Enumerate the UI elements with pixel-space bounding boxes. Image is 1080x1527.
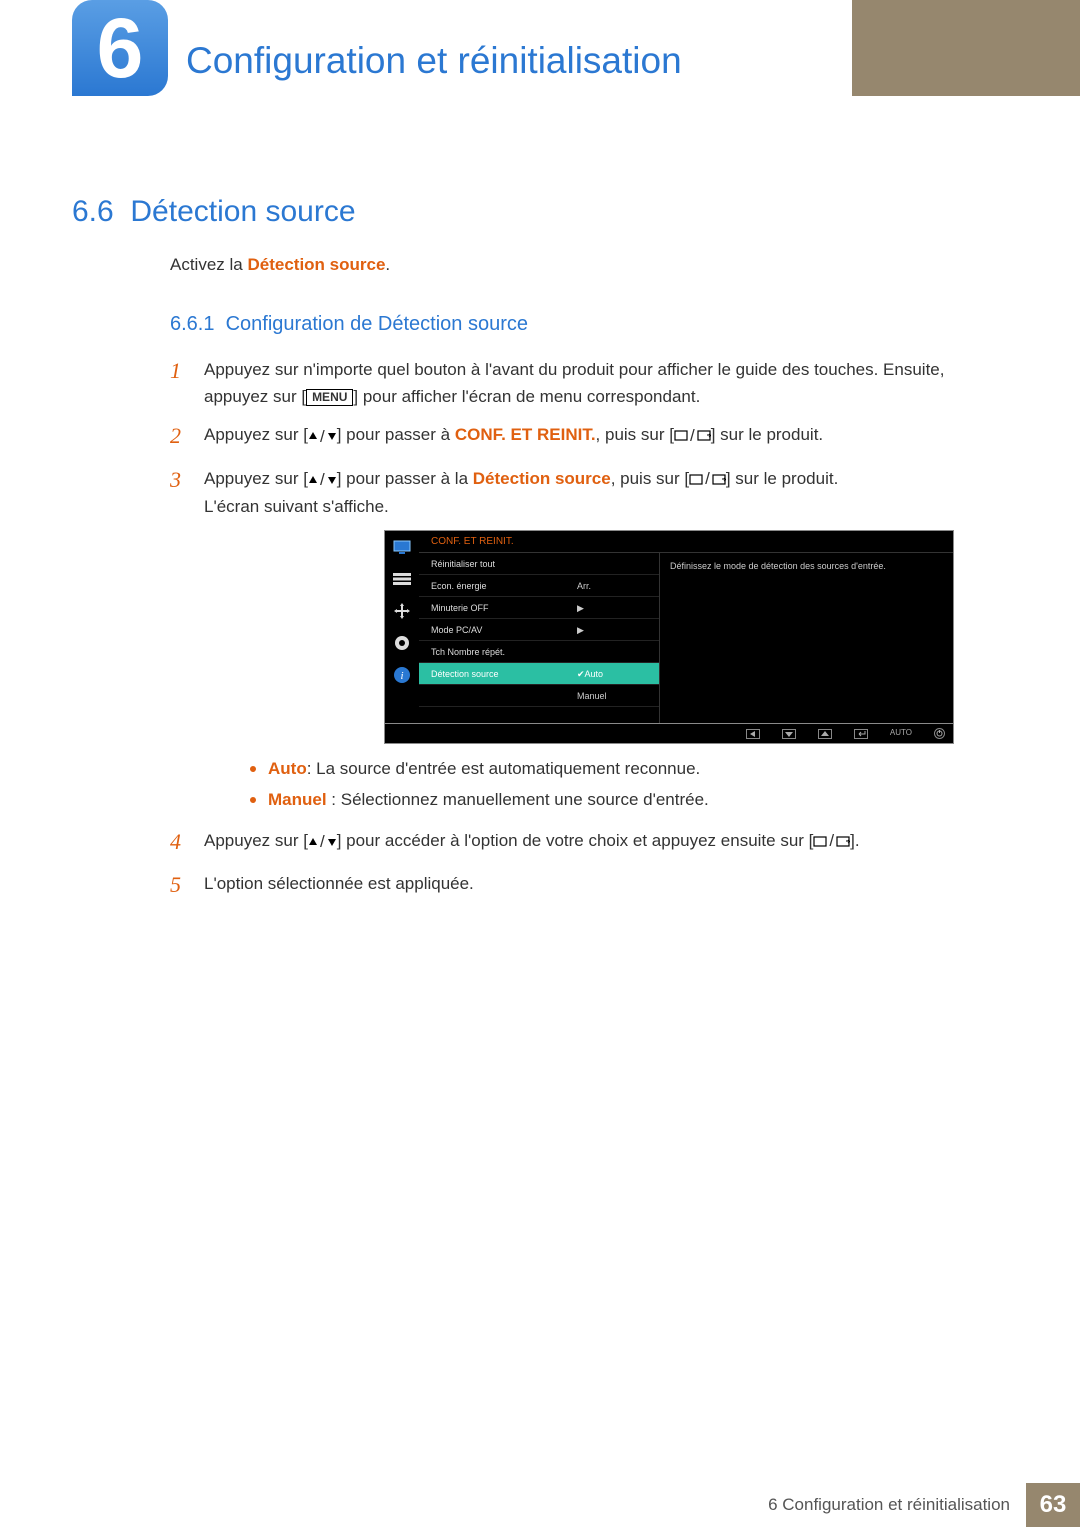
step-number: 4 [170, 824, 204, 859]
step-number: 5 [170, 867, 204, 902]
osd-footer-nav: AUTO [384, 724, 954, 744]
window-source-icon: / [674, 422, 711, 449]
step-number: 3 [170, 462, 204, 497]
bullet-dot-icon [250, 797, 256, 803]
subsection-number: 6.6.1 [170, 313, 214, 335]
osd-item: Econ. énergie [419, 575, 567, 597]
bullet-dot-icon [250, 766, 256, 772]
osd-value-selected: ✔ Auto [567, 663, 659, 685]
manuel-term: Manuel [268, 790, 327, 809]
section-heading: 6.6 Détection source [72, 195, 356, 229]
subsection-title: Configuration de Détection source [226, 313, 528, 335]
page-number: 63 [1026, 1483, 1080, 1527]
move-icon [392, 603, 412, 619]
intro-text: Activez la Détection source. [170, 255, 390, 275]
osd-value: Manuel [567, 685, 659, 707]
osd-item: Réinitialiser tout [419, 553, 567, 575]
page-footer: 6 Configuration et réinitialisation 63 [752, 1483, 1080, 1527]
monitor-icon [392, 539, 412, 555]
osd-item-selected: Détection source [419, 663, 567, 685]
bullet-manuel: Manuel : Sélectionnez manuellement une s… [250, 785, 1010, 816]
steps-list: 1 Appuyez sur n'importe quel bouton à l'… [170, 353, 1010, 910]
osd-value: Arr. [567, 575, 659, 597]
footer-chapter-label: 6 Configuration et réinitialisation [752, 1483, 1026, 1527]
osd-panel: i CONF. ET REINIT. Réinitialiser tout Ec… [384, 530, 954, 744]
page-header: 6 Configuration et réinitialisation [0, 0, 1080, 96]
intro-term: Détection source [247, 255, 385, 274]
menu-button-icon: MENU [306, 389, 353, 406]
step-number: 1 [170, 353, 204, 388]
osd-value: ▶ [567, 597, 659, 619]
step-5: 5 L'option sélectionnée est appliquée. [170, 867, 1010, 902]
conf-reinit-term: CONF. ET REINIT. [455, 425, 596, 444]
left-arrow-icon [746, 729, 760, 739]
up-arrow-icon [818, 729, 832, 739]
section-number: 6.6 [72, 195, 114, 228]
window-source-icon: / [689, 465, 726, 492]
step-body: Appuyez sur [/] pour passer à la Détecti… [204, 462, 1010, 816]
detection-source-term: Détection source [473, 469, 611, 488]
step-4: 4 Appuyez sur [/] pour accéder à l'optio… [170, 824, 1010, 859]
osd-description: Définissez le mode de détection des sour… [659, 553, 953, 723]
chapter-badge: 6 [72, 0, 168, 96]
auto-term: Auto [268, 759, 307, 778]
enter-icon [854, 729, 868, 739]
osd-item: Mode PC/AV [419, 619, 567, 641]
auto-label: AUTO [890, 727, 912, 740]
step-body: Appuyez sur n'importe quel bouton à l'av… [204, 353, 1010, 410]
osd-title: CONF. ET REINIT. [419, 531, 953, 553]
osd-value: ▶ [567, 619, 659, 641]
down-arrow-icon [782, 729, 796, 739]
step-body: L'option sélectionnée est appliquée. [204, 867, 1010, 897]
svg-text:i: i [400, 670, 403, 682]
bullet-auto: Auto: La source d'entrée est automatique… [250, 754, 1010, 785]
header-tan-block [852, 0, 1080, 96]
osd-value [567, 641, 659, 663]
chapter-number: 6 [72, 0, 168, 96]
step-body: Appuyez sur [/] pour passer à CONF. ET R… [204, 418, 1010, 450]
step-number: 2 [170, 418, 204, 453]
osd-item: Tch Nombre répét. [419, 641, 567, 663]
osd-sidebar-icons: i [385, 531, 419, 723]
osd-item: Minuterie OFF [419, 597, 567, 619]
osd-menu-list: Réinitialiser tout Econ. énergie Minuter… [419, 553, 567, 723]
power-icon [934, 728, 945, 739]
subsection-heading: 6.6.1 Configuration de Détection source [170, 313, 528, 336]
gear-icon [392, 635, 412, 651]
section-title: Détection source [130, 195, 355, 228]
step-2: 2 Appuyez sur [/] pour passer à CONF. ET… [170, 418, 1010, 453]
bars-icon [392, 571, 412, 587]
step-body: Appuyez sur [/] pour accéder à l'option … [204, 824, 1010, 856]
up-down-arrows-icon: / [308, 466, 337, 493]
step-3: 3 Appuyez sur [/] pour passer à la Détec… [170, 462, 1010, 816]
step-1: 1 Appuyez sur n'importe quel bouton à l'… [170, 353, 1010, 410]
option-bullets: Auto: La source d'entrée est automatique… [250, 754, 1010, 815]
osd-value-list: Arr. ▶ ▶ ✔ Auto Manuel [567, 553, 659, 723]
up-down-arrows-icon: / [308, 828, 337, 855]
info-icon: i [392, 667, 412, 683]
osd-value [567, 553, 659, 575]
osd-item [419, 685, 567, 707]
up-down-arrows-icon: / [308, 423, 337, 450]
window-source-icon: / [813, 827, 850, 854]
chapter-title: Configuration et réinitialisation [186, 40, 682, 82]
